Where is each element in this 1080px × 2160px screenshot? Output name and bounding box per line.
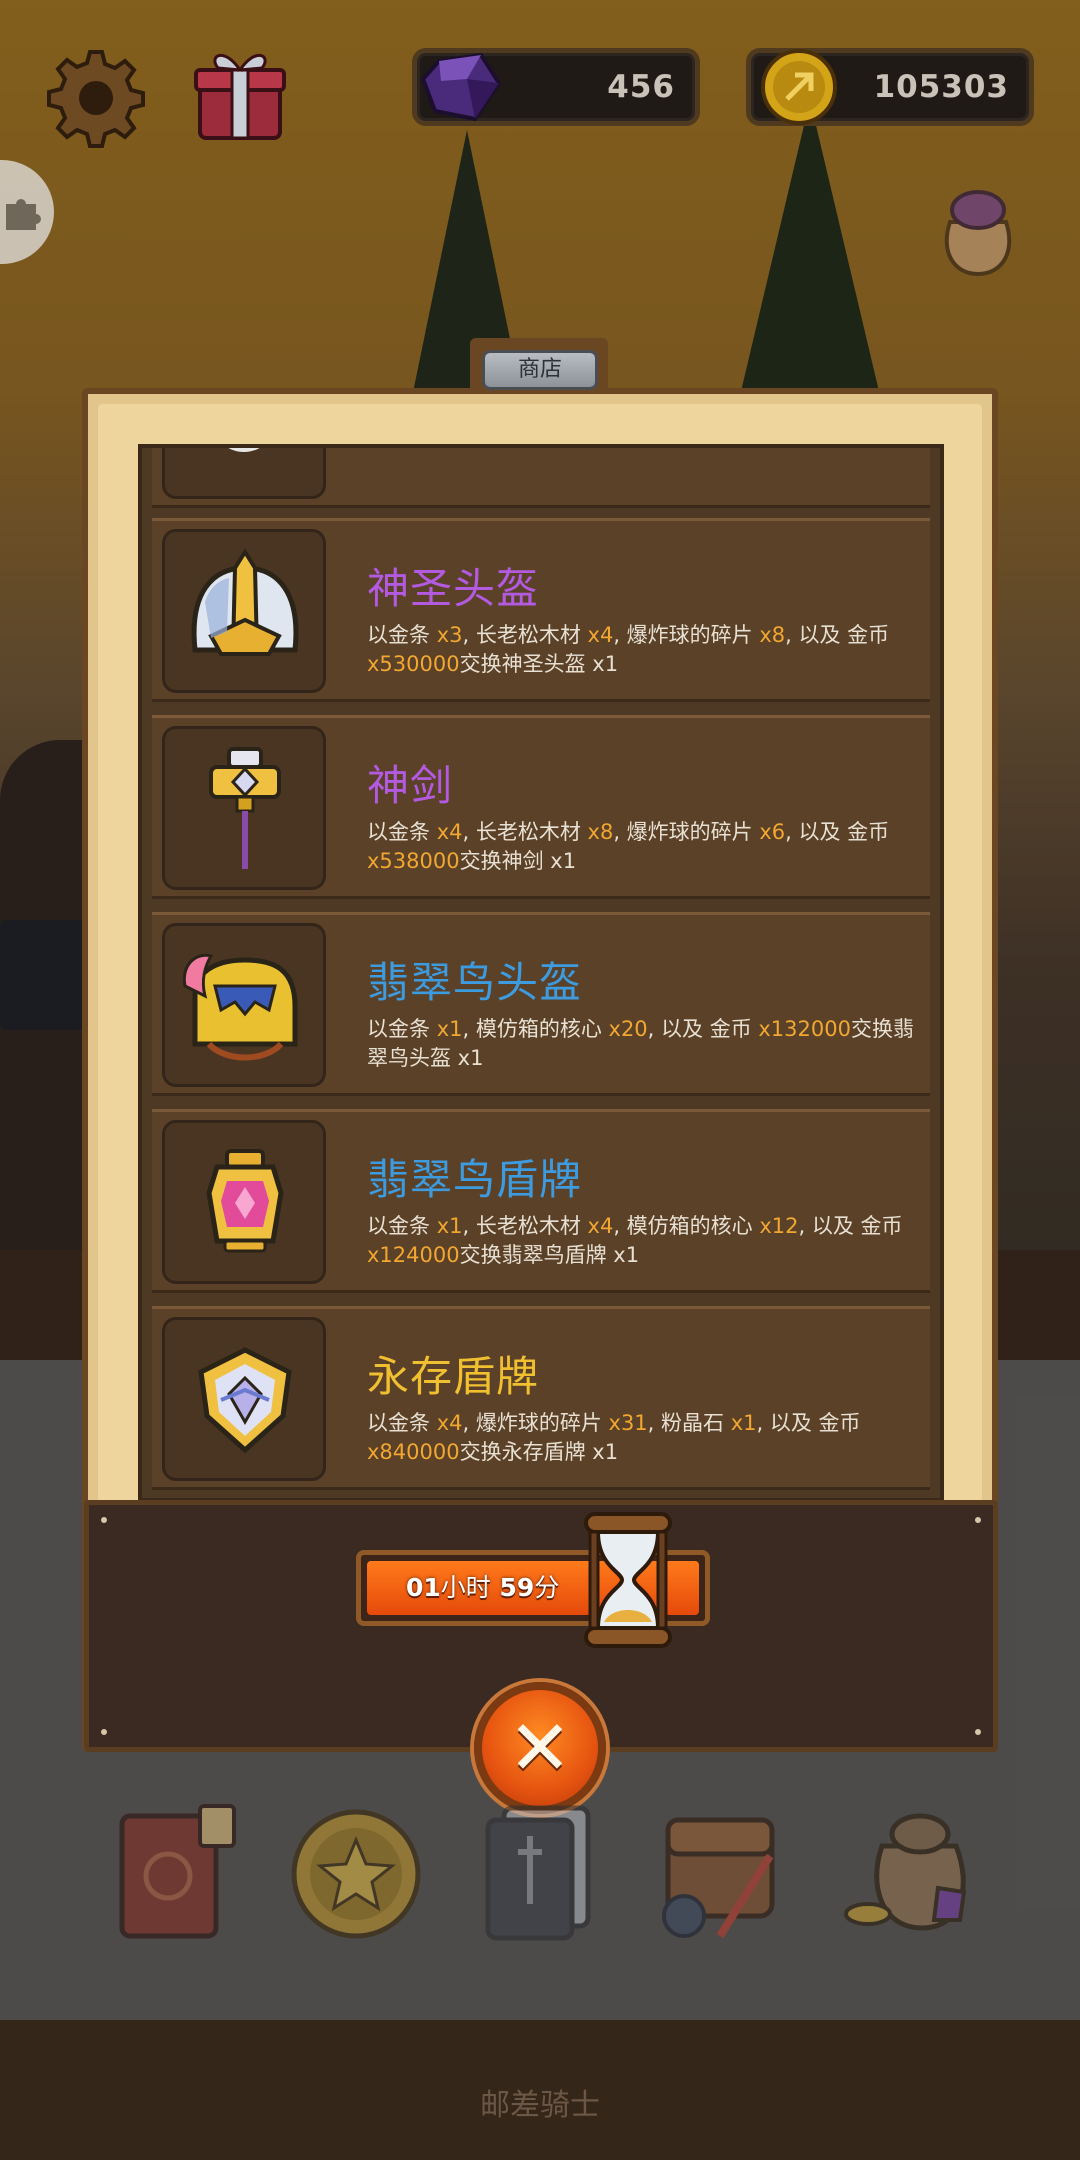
gem-icon <box>420 52 502 122</box>
gift-icon <box>194 54 286 140</box>
nav-bestiary-button[interactable] <box>104 1796 244 1946</box>
gold-coin-icon <box>761 49 837 125</box>
gold-count: 105303 <box>873 69 1009 105</box>
shop-item-list[interactable]: 神圣头盔 以金条 x3, 长老松木材 x4, 爆炸球的碎片 x8, 以及 金币 … <box>138 444 944 1502</box>
item-name: 神圣头盔 <box>367 564 540 613</box>
item-slot <box>162 529 326 693</box>
settings-button[interactable] <box>44 46 148 150</box>
holy-sword-icon <box>209 747 281 869</box>
star-coin-icon <box>291 1809 421 1939</box>
close-button[interactable]: ✕ <box>474 1682 606 1814</box>
footer-title: 邮差骑士 <box>480 2088 600 2123</box>
hourglass-icon <box>584 1512 672 1648</box>
gift-button[interactable] <box>190 44 290 144</box>
item-slot <box>162 1120 326 1284</box>
nav-shop-button[interactable] <box>838 1796 978 1946</box>
nav-achievements-button[interactable] <box>286 1796 426 1946</box>
loot-bag-icon <box>944 190 1012 277</box>
gear-icon <box>47 50 145 148</box>
shop-title: 商店 <box>482 350 598 390</box>
item-name: 神剑 <box>367 761 454 810</box>
loot-bag-button[interactable] <box>928 180 1028 280</box>
item-description: 以金条 x4, 爆炸球的碎片 x31, 粉晶石 x1, 以及 金币 x84000… <box>367 1411 861 1464</box>
nav-inventory-button[interactable] <box>650 1796 790 1946</box>
nav-cards-button[interactable] <box>470 1796 610 1946</box>
book-icon <box>119 1804 236 1939</box>
item-slot <box>162 923 326 1087</box>
shop-item-row-partial[interactable] <box>152 448 930 508</box>
refresh-timer-text: 01小时 59分 <box>406 1573 560 1602</box>
item-name: 翡翠鸟盾牌 <box>367 1155 583 1204</box>
close-icon: ✕ <box>508 1703 572 1792</box>
shop-item-row[interactable]: 神圣头盔 以金条 x3, 长老松木材 x4, 爆炸球的碎片 x8, 以及 金币 … <box>152 518 930 702</box>
item-description: 以金条 x4, 长老松木材 x8, 爆炸球的碎片 x6, 以及 金币 x5380… <box>367 820 890 873</box>
backpack-icon <box>662 1817 775 1939</box>
item-name: 永存盾牌 <box>367 1352 540 1401</box>
puzzle-icon <box>6 199 41 230</box>
nail <box>975 1729 981 1735</box>
item-description: 以金条 x1, 长老松木材 x4, 模仿箱的核心 x12, 以及 金币 x124… <box>367 1214 903 1267</box>
gem-count: 456 <box>607 69 675 105</box>
item-slot <box>162 448 326 499</box>
kingfisher-helmet-icon <box>182 953 298 1061</box>
item-slot <box>162 726 326 890</box>
treasure-bag-icon <box>844 1813 967 1931</box>
card-deck-icon <box>485 1805 591 1941</box>
item-description: 以金条 x1, 模仿箱的核心 x20, 以及 金币 x132000交换翡翠鸟头盔… <box>367 1017 914 1070</box>
item-description: 以金条 x3, 长老松木材 x4, 爆炸球的碎片 x8, 以及 金币 x5300… <box>367 623 890 676</box>
item-name: 翡翠鸟头盔 <box>367 958 583 1007</box>
game-screen: 456 105303 商店 神圣头盔 以金条 x3, 长老松木材 x4, 爆炸球… <box>0 0 1080 2160</box>
gem-counter: 456 <box>412 48 700 126</box>
nail <box>975 1517 981 1523</box>
item-slot <box>162 1317 326 1481</box>
gold-counter: 105303 <box>746 48 1034 126</box>
nail <box>101 1729 107 1735</box>
shop-item-row[interactable]: 翡翠鸟头盔 以金条 x1, 模仿箱的核心 x20, 以及 金币 x132000交… <box>152 912 930 1096</box>
eternal-shield-icon <box>198 1347 292 1454</box>
holy-helmet-icon <box>191 548 299 656</box>
kingfisher-shield-icon <box>206 1149 284 1253</box>
shop-item-row[interactable]: 翡翠鸟盾牌 以金条 x1, 长老松木材 x4, 模仿箱的核心 x12, 以及 金… <box>152 1109 930 1293</box>
shop-item-row[interactable]: 永存盾牌 以金条 x4, 爆炸球的碎片 x31, 粉晶石 x1, 以及 金币 x… <box>152 1306 930 1490</box>
shop-item-row[interactable]: 神剑 以金条 x4, 长老松木材 x8, 爆炸球的碎片 x6, 以及 金币 x5… <box>152 715 930 899</box>
nail <box>101 1517 107 1523</box>
